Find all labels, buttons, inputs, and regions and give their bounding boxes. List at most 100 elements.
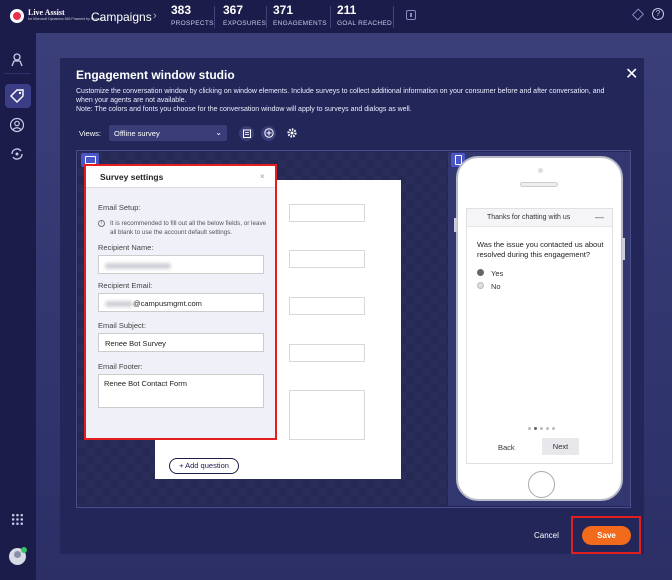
app-title: Campaigns [91,10,152,24]
close-icon[interactable]: × [260,172,265,181]
email-subject-value: Renee Bot Survey [105,339,166,348]
plus-circle-icon [263,128,274,138]
page-dot [540,427,543,430]
add-button[interactable] [261,126,276,141]
email-subject-field[interactable]: Renee Bot Survey [98,333,264,352]
gear-icon [286,128,297,138]
page-dot [528,427,531,430]
info-icon: i [98,220,105,227]
live-assist-logo[interactable]: Live Assist for Microsoft Dynamics 365 P… [8,6,103,28]
metric-value: 383 [171,3,192,17]
left-rail [0,33,35,580]
save-button[interactable]: Save [582,526,631,545]
survey-settings-panel: Survey settings × Email Setup: i It is r… [84,164,277,440]
dialog-description: Customize the conversation window by cli… [76,87,616,115]
views-select[interactable]: Offline survey ⌄ [109,125,227,141]
metric-goal-reached[interactable]: 211 GOAL REACHED [337,3,392,27]
top-bar: Live Assist for Microsoft Dynamics 365 P… [0,0,672,41]
phone-speaker [520,182,558,187]
tag-icon[interactable] [9,88,25,104]
minimize-icon[interactable]: — [595,212,604,222]
page-dot [552,427,555,430]
metric-divider [393,6,394,28]
agent-icon[interactable] [9,52,25,68]
avatar-person-icon [14,551,21,558]
cube-icon[interactable] [632,8,644,21]
phone-side-button [622,238,625,260]
form-field[interactable] [289,297,365,315]
survey-question: Was the issue you contacted us about res… [477,240,604,259]
metric-label: EXPOSURES [223,20,267,27]
mobile-preview-panel: Thanks for chatting with us — Was the is… [448,152,630,506]
chat-header: Thanks for chatting with us — [467,209,612,227]
avatar[interactable] [9,547,27,565]
phone-side-button [454,218,457,232]
recipient-name-field[interactable] [98,255,264,274]
email-subject-label: Email Subject: [98,321,146,330]
recipient-name-label: Recipient Name: [98,243,154,252]
metric-label: ENGAGEMENTS [273,20,327,27]
online-status-indicator [21,547,27,553]
email-footer-label: Email Footer: [98,362,143,371]
metric-value: 211 [337,3,357,17]
metric-divider [214,6,215,28]
metric-value: 367 [223,3,244,17]
clipboard-button[interactable] [239,126,254,141]
settings-button[interactable] [284,126,299,141]
metric-value: 371 [273,3,294,17]
settings-note: It is recommended to fill out all the be… [110,220,267,236]
settings-title: Survey settings [100,172,164,182]
back-button[interactable]: Back [498,443,515,452]
metric-prospects[interactable]: 383 PROSPECTS [171,3,214,27]
next-button[interactable]: Next [542,438,579,455]
views-selected-value: Offline survey [114,129,160,138]
redacted-text [105,263,171,270]
redacted-text [105,301,133,308]
email-footer-field[interactable]: Renee Bot Contact Form [98,374,264,408]
views-label: Views: [79,129,101,138]
save-highlight: Save [571,516,641,554]
close-icon[interactable]: ✕ [625,64,638,84]
metric-exposures[interactable]: 367 EXPOSURES [223,3,266,27]
radio-no[interactable] [477,282,484,289]
chevron-down-icon: ⌄ [215,128,222,137]
recipient-email-field[interactable]: @campusmgmt.com [98,293,264,312]
email-footer-value: Renee Bot Contact Form [104,379,187,388]
info-box-icon[interactable] [406,10,416,20]
phone-camera [538,168,543,173]
form-field[interactable] [289,344,365,362]
page-dot [546,427,549,430]
cancel-button[interactable]: Cancel [534,531,559,540]
dialog-title: Engagement window studio [76,68,235,82]
metric-divider [266,6,267,28]
form-field[interactable] [289,250,365,268]
phone-mockup: Thanks for chatting with us — Was the is… [454,156,625,501]
option-yes-label: Yes [491,269,504,278]
email-setup-label: Email Setup: [98,203,141,212]
metric-label: PROSPECTS [171,20,214,27]
description-text: Customize the conversation window by cli… [76,88,605,105]
chat-title: Thanks for chatting with us [487,214,571,221]
apps-grid-icon[interactable] [11,513,24,526]
phone-screen: Thanks for chatting with us — Was the is… [466,208,613,464]
metric-label: GOAL REACHED [337,20,393,27]
settings-header: Survey settings × [86,166,275,188]
clipboard-icon [242,129,251,138]
page-dot-active [534,427,537,430]
form-textarea[interactable] [289,390,365,440]
help-icon[interactable]: ? [652,8,664,20]
rail-divider [4,73,31,74]
user-icon[interactable] [9,117,25,133]
description-note: Note: The colors and fonts you choose fo… [76,106,412,114]
option-no-label: No [491,282,501,291]
chevron-right-icon: › [153,10,157,22]
sync-icon[interactable] [9,146,25,162]
add-question-button[interactable]: + Add question [169,458,239,474]
logo-mark-icon [10,9,24,23]
recipient-email-value: @campusmgmt.com [133,299,202,308]
logo-name: Live Assist [28,8,65,17]
form-field[interactable] [289,204,365,222]
metric-engagements[interactable]: 371 ENGAGEMENTS [273,3,327,27]
recipient-email-label: Recipient Email: [98,281,153,290]
radio-yes[interactable] [477,269,484,276]
